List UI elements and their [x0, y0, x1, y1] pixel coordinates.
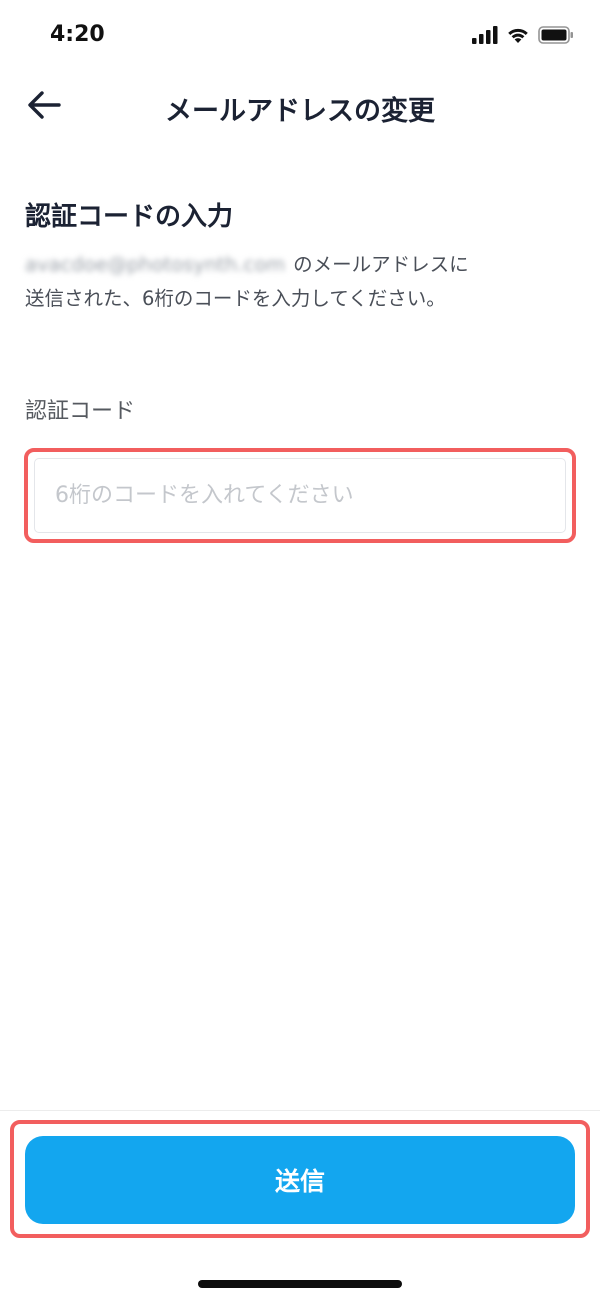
verification-code-input[interactable] [34, 458, 566, 533]
status-icons [472, 26, 574, 48]
instruction-text: avacdoe@photosynth.com のメールアドレスに 送信された、6桁… [25, 248, 580, 316]
code-field-label: 認証コード [25, 399, 136, 424]
wifi-icon [506, 26, 530, 48]
battery-icon [538, 26, 574, 48]
instruction-line2: 送信された、6桁のコードを入力してください。 [25, 287, 446, 310]
instruction-line1-suffix: のメールアドレスに [293, 253, 469, 276]
section-title: 認証コードの入力 [25, 202, 234, 232]
email-address: avacdoe@photosynth.com [25, 253, 286, 276]
submit-button[interactable]: 送信 [25, 1136, 575, 1224]
status-time: 4:20 [50, 22, 105, 47]
status-bar: 4:20 [0, 0, 600, 72]
signal-icon [472, 26, 498, 48]
nav-bar: メールアドレスの変更 [0, 72, 600, 142]
code-input-highlight [24, 448, 576, 543]
page-title: メールアドレスの変更 [165, 96, 435, 127]
home-indicator [198, 1280, 402, 1288]
submit-button-highlight: 送信 [10, 1120, 590, 1238]
bottom-divider [0, 1110, 600, 1111]
